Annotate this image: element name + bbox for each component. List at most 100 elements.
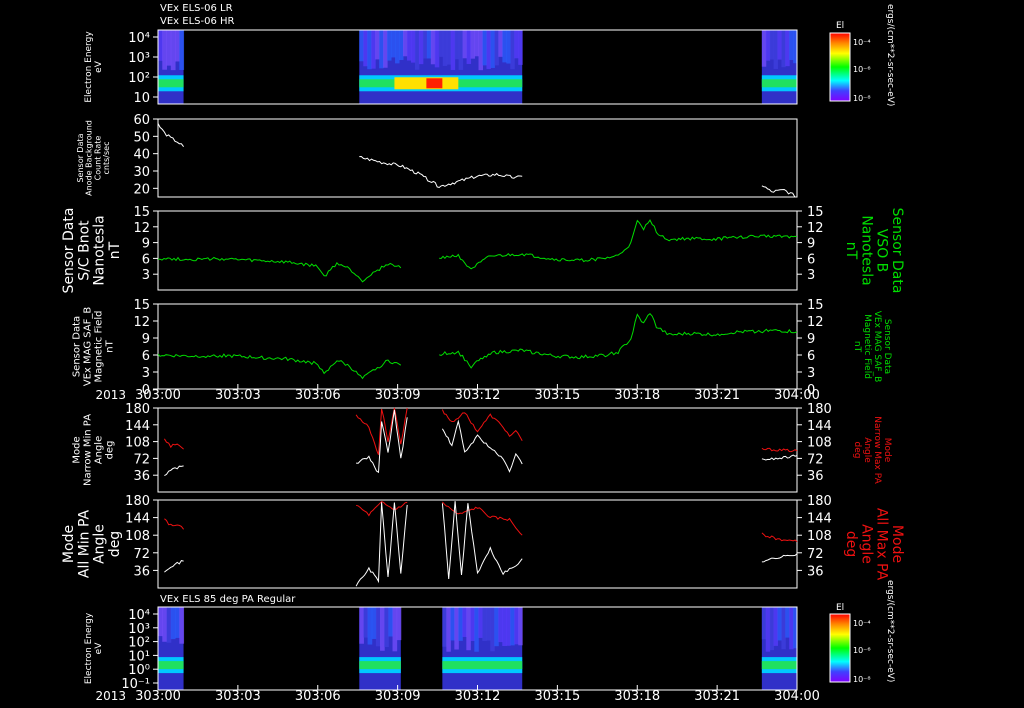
spectrogram-noise	[175, 30, 180, 62]
series-line-red	[163, 438, 184, 450]
spectrogram-noise	[387, 30, 392, 61]
spectrogram-noise	[785, 607, 790, 638]
y-tick-label: 72	[133, 452, 150, 467]
y-tick-label: 40	[133, 148, 150, 163]
y-axis-label: Electron EnergyeV	[84, 612, 104, 684]
spectrogram-noise	[380, 607, 385, 651]
series-line-white	[761, 553, 798, 563]
spectrogram-noise	[414, 30, 420, 70]
series-line-red	[761, 532, 798, 542]
spectrogram-noise	[494, 30, 499, 66]
spectrogram-noise	[490, 30, 495, 68]
spectrogram-band-core	[761, 661, 797, 670]
colorbar-top-scale	[829, 32, 851, 102]
y-tick-label: 180	[125, 494, 150, 509]
y-tick-label: 10³	[128, 51, 150, 66]
panel-6: 180 180144 144108 10872 7236 36ModeAll Min PA…	[61, 494, 905, 589]
y-tick-label: 12	[133, 315, 150, 330]
y-axis-label-right-line: Angle	[862, 437, 872, 463]
spectrogram-noise	[454, 30, 460, 60]
panel-frame	[157, 210, 798, 291]
spectrogram-noise	[518, 607, 523, 646]
y-tick-label: 10⁴	[128, 608, 150, 623]
y-axis-label-right-line: deg	[843, 531, 859, 557]
series-line-white	[441, 419, 523, 473]
series-line-white	[441, 501, 523, 579]
spectrogram-noise	[789, 607, 794, 650]
y-axis-label-line: Angle	[94, 436, 105, 464]
spectrogram-noise	[498, 607, 503, 643]
panel-frame	[157, 303, 798, 390]
series-line-white	[157, 123, 184, 148]
y-tick-label: 10⁴	[128, 31, 150, 46]
y-axis-label-line: eV	[94, 60, 104, 73]
y-axis-label-line: Sensor Data	[76, 133, 85, 182]
spectrogram-noise	[510, 30, 515, 70]
colorbar-bottom-tick: 10⁻⁴	[853, 619, 871, 628]
y-axis-label-line: cnts/sec	[102, 142, 111, 175]
multi-panel-plot: VEx ELS-06 LR VEx ELS-06 HR VEx ELS 85 d…	[61, 3, 905, 704]
colorbar-top-tick: 10⁻⁴	[853, 38, 871, 47]
spectrogram-peak-core	[426, 78, 443, 89]
x-tick-label: 303:06	[295, 689, 341, 704]
x-tick-label: 303:12	[455, 689, 501, 704]
y-axis-label-right-line: nT	[852, 341, 862, 353]
panel-3: 15 1512 129 96 63 3Sensor DataS/C BnotNanotes…	[61, 205, 905, 293]
y-tick-label-right: 72	[807, 452, 824, 467]
series-line-green	[157, 353, 402, 380]
series-line-white	[164, 560, 184, 573]
y-tick-label: 10	[133, 91, 150, 106]
spectrogram-noise	[442, 30, 448, 66]
x-tick-label: 303:03	[215, 388, 261, 403]
spectrogram-noise	[392, 607, 398, 652]
spectrogram-noise	[446, 30, 452, 65]
spectrogram-noise	[430, 30, 436, 65]
y-tick-label: 36	[133, 469, 150, 484]
series-line-white	[761, 185, 797, 198]
spectrogram-band-core	[761, 79, 797, 88]
y-axis-label-line: deg	[105, 441, 116, 460]
spectrogram-noise	[418, 30, 424, 65]
spectrogram-noise	[166, 30, 172, 66]
y-tick-label-right: 15	[807, 205, 824, 220]
spectrogram-noise	[359, 30, 364, 62]
y-axis-label-right: Sensor DataVSO BNanoteslanT	[843, 208, 905, 294]
spectrogram-noise	[367, 30, 372, 70]
y-axis-label-right-line: Mode	[889, 525, 905, 563]
y-axis-label-right-line: deg	[852, 442, 862, 459]
series-line-green	[439, 219, 798, 270]
y-axis-label-line: nT	[107, 241, 123, 259]
spectrogram-noise	[158, 607, 163, 637]
spectrogram-noise	[789, 30, 794, 61]
spectrogram-noise	[442, 607, 447, 647]
colorbar-bottom-tick: 10⁻⁶	[853, 646, 871, 655]
y-tick-label-right: 180	[807, 402, 832, 417]
series-line-white	[359, 155, 523, 189]
y-tick-label: 9	[142, 332, 150, 347]
spectrogram-noise	[510, 607, 515, 646]
x-tick-label: 303:15	[535, 689, 581, 704]
spectrogram-noise	[371, 607, 377, 639]
y-tick-label-right: 3	[807, 268, 815, 283]
y-axis-label-right-line: Narrow Max PA	[872, 416, 882, 484]
y-axis-label-line: deg	[107, 531, 123, 557]
spectrogram-noise	[765, 607, 771, 652]
y-tick-label-right: 144	[807, 512, 832, 527]
y-tick-label-right: 15	[807, 298, 824, 313]
panel-1: 10⁴ 10³ 10² 10 Electron EnergyeV	[84, 29, 798, 106]
spectrogram-noise	[403, 30, 408, 57]
title-top-1: VEx ELS-06 LR	[160, 3, 233, 14]
spectrogram-noise	[470, 607, 475, 641]
y-axis-label-line: Magnetic Field	[94, 310, 105, 382]
y-tick-label: 20	[133, 182, 150, 197]
y-tick-label: 10⁰	[128, 663, 150, 678]
y-axis-label-line: Mode	[61, 525, 77, 563]
colorbar-bottom-scale	[829, 613, 851, 683]
year-label: 2013	[95, 689, 126, 703]
panel-frame	[157, 407, 798, 493]
spectrogram-noise	[773, 30, 778, 69]
y-tick-label: 144	[125, 512, 150, 527]
y-tick-label-right: 72	[807, 547, 824, 562]
spectrogram-noise	[761, 607, 767, 640]
series-line-white	[164, 465, 184, 477]
